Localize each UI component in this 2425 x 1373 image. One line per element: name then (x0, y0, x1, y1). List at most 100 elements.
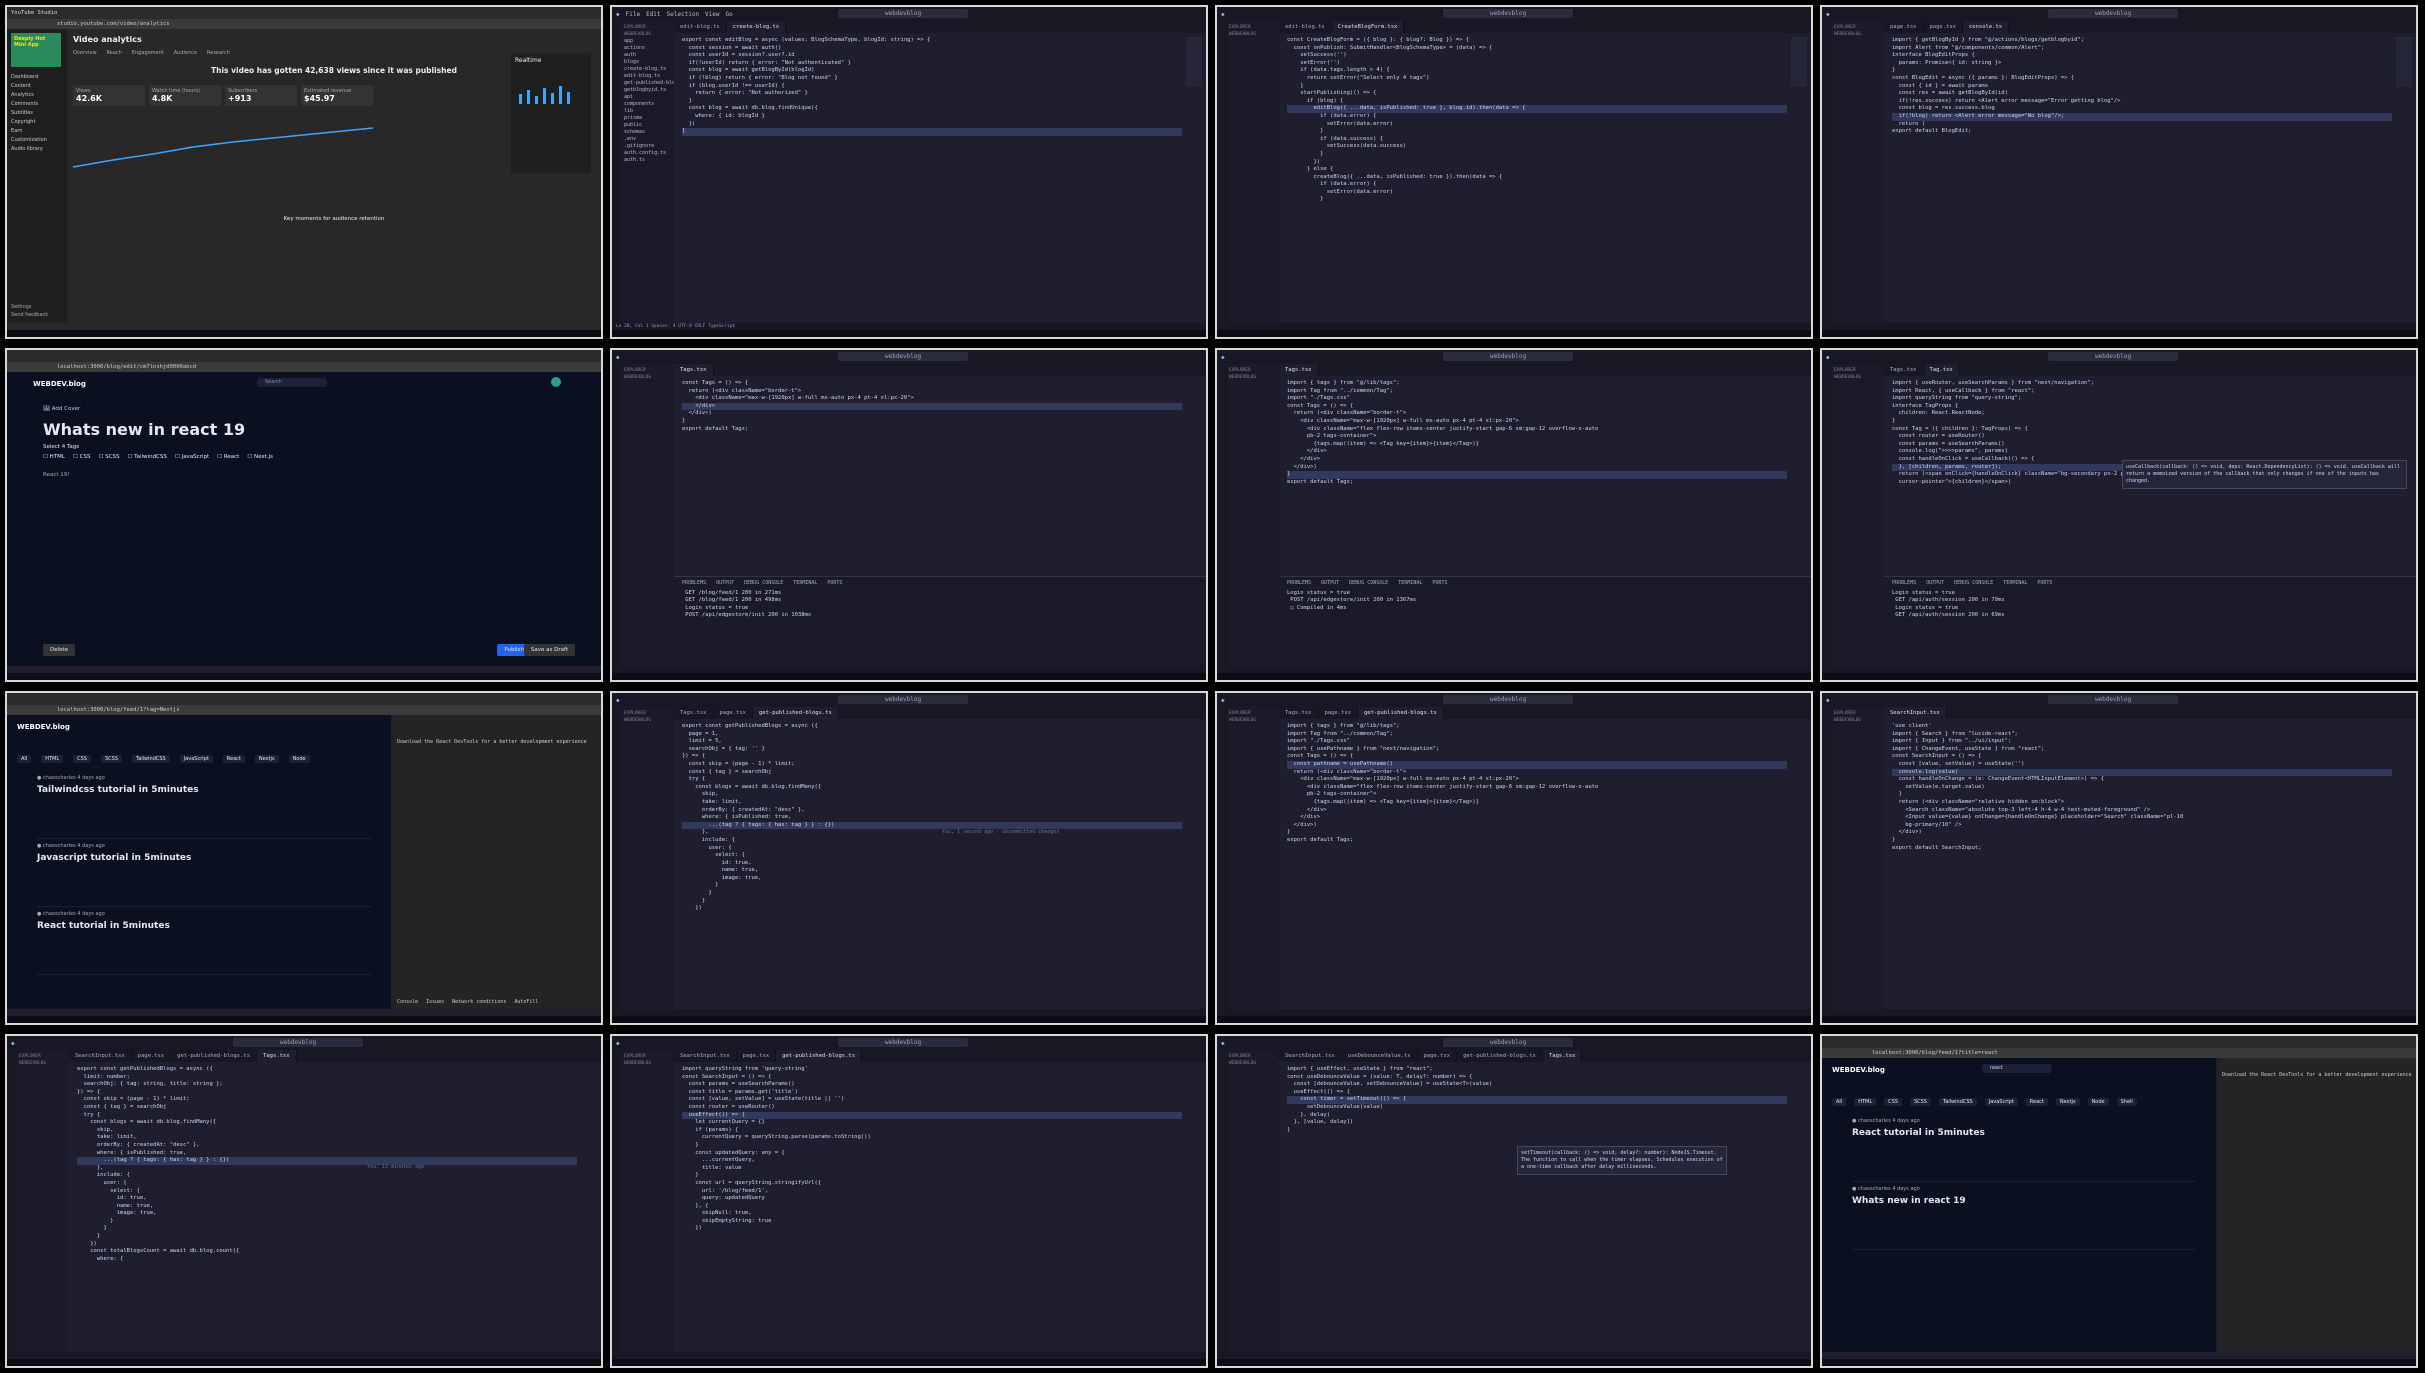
code-editor[interactable]: 'use client' import { Search } from "luci… (1892, 723, 2392, 1005)
studio-menu-item[interactable]: Audio library (11, 145, 63, 154)
os-taskbar[interactable] (1217, 673, 1811, 680)
file-tree-item[interactable]: actions (624, 45, 672, 52)
terminal-panel[interactable]: PROBLEMS OUTPUT DEBUG CONSOLE TERMINAL PORTS… (1884, 576, 2416, 666)
activity-bar[interactable] (1217, 707, 1227, 1009)
panel-tab[interactable]: PROBLEMS (682, 580, 706, 586)
command-center[interactable]: webdevblog (2047, 9, 2179, 18)
activity-bar[interactable] (1822, 364, 1832, 666)
tag-pill[interactable]: SCSS (1909, 1098, 1931, 1106)
os-taskbar[interactable] (612, 673, 1206, 680)
post-author[interactable]: ● chaoscharles 4 days ago (37, 843, 371, 849)
os-taskbar[interactable] (7, 1016, 601, 1023)
studio-menu-item[interactable]: Customization (11, 136, 63, 145)
code-editor[interactable]: import { tags } from "@/lib/tags"; import… (1287, 380, 1787, 570)
devtools-tab[interactable]: Issues (426, 999, 444, 1005)
activity-bar[interactable] (1822, 21, 1832, 323)
editor-tab[interactable]: page.tsx (1319, 707, 1358, 719)
tag-pill[interactable]: Node (288, 755, 310, 763)
code-editor[interactable]: export const editBlog = async (values: B… (682, 37, 1182, 319)
address-bar[interactable]: localhost:3000/blog/edit/cm7lnshjd0000ab… (7, 362, 601, 372)
panel-tab[interactable]: TERMINAL (2003, 580, 2027, 586)
panel-tab[interactable]: PROBLEMS (1287, 580, 1311, 586)
tag-pill[interactable]: React (222, 755, 245, 763)
editor-tab[interactable]: get-published-blogs.ts (1358, 707, 1444, 719)
panel-tab[interactable]: OUTPUT (1321, 580, 1339, 586)
editor-tab[interactable]: console.ts (1963, 21, 2010, 33)
post-author[interactable]: ● chaoscharles 4 days ago (1852, 1118, 2196, 1124)
command-center[interactable]: webdevblog (1442, 695, 1574, 704)
editor-tab[interactable]: useDebounceValue.ts (1342, 1050, 1418, 1062)
file-tree-item[interactable]: prisma (624, 115, 672, 122)
file-tree-item[interactable]: create-blog.ts (624, 66, 672, 73)
panel-tab[interactable]: PORTS (1432, 580, 1447, 586)
address-bar[interactable]: studio.youtube.com/video/analytics (7, 19, 601, 29)
metric-card[interactable]: Watch time (hours) 4.8K (149, 85, 221, 106)
save-draft-button[interactable]: Save as Draft (523, 644, 575, 656)
tag-pill[interactable]: SCSS (100, 755, 122, 763)
tag-checkbox[interactable]: ☐ React (217, 454, 239, 460)
editor-tab[interactable]: Tags.tsx (1884, 364, 1924, 376)
editor-tab[interactable]: SearchInput.tsx (69, 1050, 132, 1062)
code-editor[interactable]: import queryString from 'query-string' co… (682, 1066, 1182, 1348)
studio-menu-item[interactable]: Comments (11, 100, 63, 109)
editor-tab[interactable]: page.tsx (737, 1050, 777, 1062)
editor-tab[interactable]: page.tsx (132, 1050, 172, 1062)
editor-tab[interactable]: Tags.tsx (1542, 1050, 1583, 1062)
tag-pill[interactable]: All (17, 755, 32, 763)
editor-tab[interactable]: get-published-blogs.ts (171, 1050, 258, 1062)
panel-tab[interactable]: OUTPUT (1926, 580, 1944, 586)
analytics-tab[interactable]: Engagement (132, 50, 164, 56)
editor-tab[interactable]: edit-blog.ts (1279, 21, 1332, 33)
command-center[interactable]: webdevblog (1442, 1038, 1574, 1047)
file-tree-item[interactable]: public (624, 122, 672, 129)
editor-tab[interactable]: CreateBlogForm.tsx (1331, 21, 1405, 33)
tag-pill[interactable]: Nextjs (2055, 1098, 2080, 1106)
os-taskbar[interactable] (1217, 1016, 1811, 1023)
site-logo[interactable]: WEBDEV.blog (17, 723, 70, 731)
file-tree-item[interactable]: .gitignore (624, 143, 672, 150)
site-logo[interactable]: WEBDEV.blog (1832, 1066, 1885, 1074)
tag-pill[interactable]: CSS (73, 755, 91, 763)
post-author[interactable]: ● chaoscharles 4 days ago (37, 911, 371, 917)
editor-tab[interactable]: get-published-blogs.ts (776, 1050, 863, 1062)
file-tree-item[interactable]: auth.config.ts (624, 150, 672, 157)
browser-tab[interactable] (7, 693, 601, 705)
file-tree-item[interactable]: blogs (624, 59, 672, 66)
post-title[interactable]: Javascript tutorial in 5minutes (37, 853, 371, 863)
blog-title-input[interactable]: Whats new in react 19 (43, 420, 245, 439)
post-title[interactable]: Whats new in react 19 (1852, 1196, 2196, 1206)
tag-checkbox[interactable]: ☐ Next.js (247, 454, 273, 460)
feedback-link[interactable]: Send feedback (11, 311, 48, 319)
panel-tab[interactable]: TERMINAL (1398, 580, 1422, 586)
tag-pill[interactable]: TailwindCSS (131, 755, 170, 763)
tag-pill[interactable]: JavaScript (179, 755, 213, 763)
activity-bar[interactable] (1217, 1050, 1227, 1352)
editor-tab[interactable]: Tags.tsx (674, 707, 714, 719)
analytics-tab[interactable]: Audience (174, 50, 197, 56)
code-editor[interactable]: import { getBlogById } from "@/actions/b… (1892, 37, 2392, 319)
minimap[interactable] (1186, 37, 1202, 87)
os-taskbar[interactable] (7, 1359, 601, 1366)
activity-bar[interactable] (1217, 364, 1227, 666)
panel-tab[interactable]: PORTS (827, 580, 842, 586)
panel-tab[interactable]: OUTPUT (716, 580, 734, 586)
tag-pill[interactable]: Shell (2116, 1098, 2137, 1106)
editor-tab[interactable]: create-blog.ts (726, 21, 787, 33)
editor-tab[interactable]: page.tsx (1924, 21, 1963, 33)
studio-menu-item[interactable]: Analytics (11, 91, 63, 100)
activity-bar[interactable] (612, 1050, 622, 1352)
command-center[interactable]: webdevblog (837, 352, 969, 361)
search-input[interactable]: react (1982, 1064, 2052, 1073)
command-center[interactable]: webdevblog (837, 9, 969, 18)
avatar[interactable] (551, 377, 561, 387)
metric-card[interactable]: Subscribers +913 (225, 85, 297, 106)
os-taskbar[interactable] (7, 673, 601, 680)
post-author[interactable]: ● chaoscharles 4 days ago (1852, 1186, 2196, 1192)
activity-bar[interactable] (1217, 21, 1227, 323)
studio-menu-item[interactable]: Copyright (11, 118, 63, 127)
panel-tab[interactable]: DEBUG CONSOLE (1954, 580, 1993, 586)
editor-tab[interactable]: SearchInput.tsx (674, 1050, 737, 1062)
file-tree-item[interactable]: edit-blog.ts (624, 73, 672, 80)
command-center[interactable]: webdevblog (1442, 352, 1574, 361)
address-bar[interactable]: localhost:3000/blog/feed/1?title=react (1822, 1048, 2416, 1058)
